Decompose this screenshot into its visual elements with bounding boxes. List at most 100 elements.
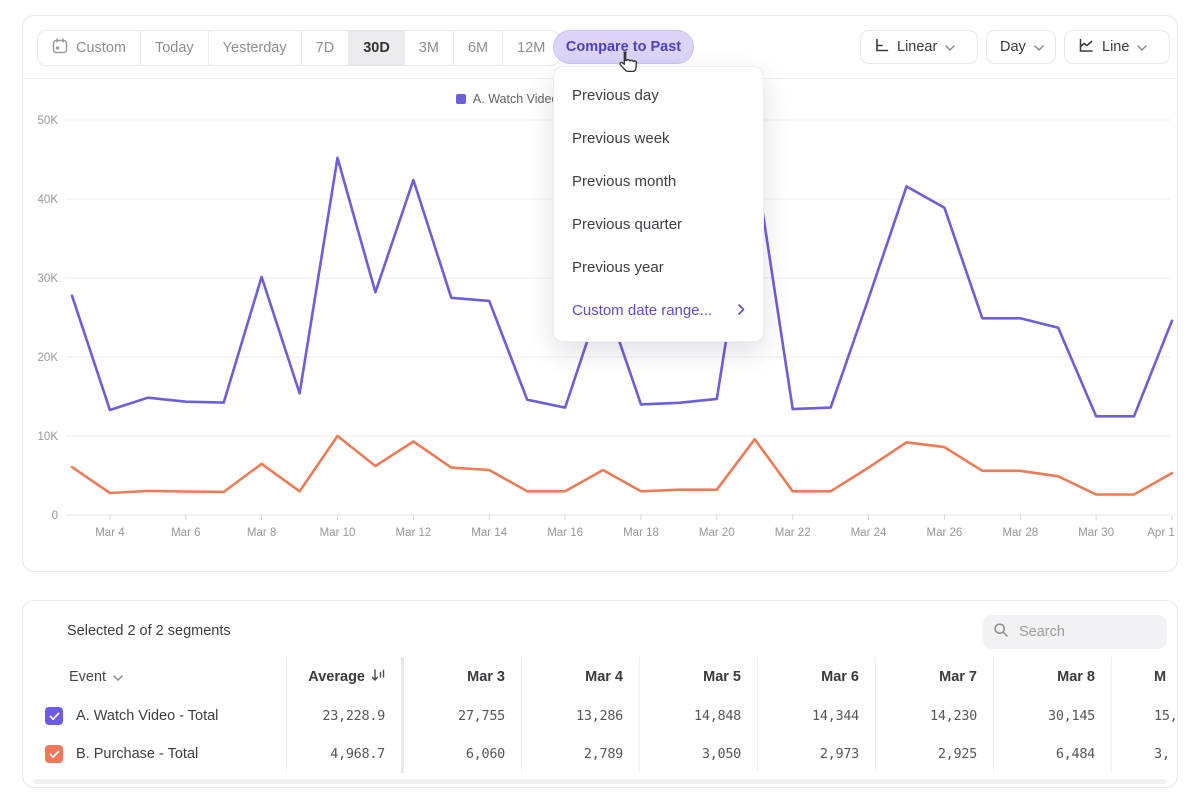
cell-value: 15, [1154, 708, 1177, 724]
column-header-label: Mar 8 [1057, 669, 1095, 685]
cell-value: 2,973 [820, 746, 859, 762]
date-range-label: 7D [316, 40, 335, 56]
chevron-right-icon [738, 302, 745, 319]
value-cell: 6,484 [993, 735, 1111, 773]
date-range-today[interactable]: Today [141, 31, 209, 65]
date-range-12m[interactable]: 12M [503, 31, 559, 65]
menu-item-previous-week[interactable]: Previous week [554, 117, 763, 160]
column-header-label: M [1154, 669, 1166, 685]
date-range-label: Today [155, 40, 194, 56]
cell-value: 3, [1154, 746, 1170, 762]
date-range-custom[interactable]: Custom [38, 31, 141, 65]
search-box[interactable] [983, 615, 1167, 649]
column-header-label: Average [308, 669, 365, 685]
table-row: B. Purchase - Total 4,968.7 6,060 2,789 3,05… [23, 735, 1177, 773]
horizontal-scrollbar[interactable] [33, 779, 1167, 784]
compare-to-past-menu: Previous dayPrevious weekPrevious monthP… [553, 66, 764, 342]
cell-value: 4,968.7 [330, 746, 385, 762]
menu-item-previous-year[interactable]: Previous year [554, 246, 763, 289]
date-range-6m[interactable]: 6M [454, 31, 503, 65]
date-range-label: Custom [76, 40, 126, 56]
event-header-label: Event [69, 669, 106, 685]
date-range-30d[interactable]: 30D [349, 31, 405, 65]
date-range-label: Yesterday [223, 40, 287, 56]
value-cell: 3, [1111, 735, 1178, 773]
event-cell: B. Purchase - Total [23, 745, 286, 763]
table-row: A. Watch Video - Total 23,228.9 27,755 13,2… [23, 697, 1177, 735]
calendar-icon [52, 38, 68, 58]
table-header-row: Event Average Mar 3 Mar 4 Mar 5 Mar 6 Mar 7 Mar… [23, 657, 1177, 697]
segment-label: B. Purchase - Total [76, 746, 198, 762]
sort-descending-icon [371, 669, 385, 686]
cell-value: 14,848 [694, 708, 741, 724]
column-header-label: Mar 4 [585, 669, 623, 685]
menu-item-previous-month[interactable]: Previous month [554, 160, 763, 203]
granularity-dropdown-button[interactable]: Day [986, 30, 1056, 64]
column-header-mar-8[interactable]: Mar 8 [993, 657, 1111, 697]
cell-value: 6,484 [1056, 746, 1095, 762]
date-range-label: 30D [363, 40, 390, 56]
value-cell: 27,755 [401, 697, 521, 735]
cell-value: 2,789 [584, 746, 623, 762]
date-range-3m[interactable]: 3M [405, 31, 454, 65]
menu-item-previous-quarter[interactable]: Previous quarter [554, 203, 763, 246]
date-range-label: 3M [419, 40, 439, 56]
segment-checkbox[interactable] [45, 707, 63, 725]
scale-dropdown-button[interactable]: Linear [860, 30, 978, 64]
menu-item-previous-day[interactable]: Previous day [554, 74, 763, 117]
column-header-mar-6[interactable]: Mar 6 [757, 657, 875, 697]
chevron-down-icon [113, 669, 123, 685]
column-header-average[interactable]: Average [286, 657, 401, 697]
segment-label: A. Watch Video - Total [76, 708, 218, 724]
column-header-label: Mar 6 [821, 669, 859, 685]
menu-item-custom-date-range[interactable]: Custom date range... [554, 289, 763, 332]
chart-type-label: Line [1102, 39, 1129, 55]
column-header-event[interactable]: Event [23, 669, 286, 685]
value-cell: 15, [1111, 697, 1178, 735]
granularity-label: Day [1000, 39, 1026, 55]
line-chart-icon [1078, 38, 1094, 57]
cell-value: 2,925 [938, 746, 977, 762]
cell-value: 23,228.9 [322, 708, 385, 724]
segments-selected-label: Selected 2 of 2 segments [67, 623, 231, 639]
chevron-down-icon [1034, 39, 1044, 55]
date-range-7d[interactable]: 7D [302, 31, 350, 65]
legend-swatch [456, 94, 466, 104]
value-cell: 14,344 [757, 697, 875, 735]
search-icon [993, 622, 1009, 643]
value-cell: 6,060 [401, 735, 521, 773]
column-header-label: Mar 3 [467, 669, 505, 685]
cell-value: 13,286 [576, 708, 623, 724]
segment-checkbox[interactable] [45, 745, 63, 763]
column-header-mar-5[interactable]: Mar 5 [639, 657, 757, 697]
value-cell: 13,286 [521, 697, 639, 735]
value-cell: 3,050 [639, 735, 757, 773]
value-cell: 2,925 [875, 735, 993, 773]
value-cell: 4,968.7 [286, 735, 401, 773]
select-all-checkbox[interactable] [41, 621, 59, 639]
cell-value: 14,230 [930, 708, 977, 724]
column-header-mar-3[interactable]: Mar 3 [401, 657, 521, 697]
chart-type-dropdown-button[interactable]: Line [1064, 30, 1170, 64]
segments-table-card: Selected 2 of 2 segments Event Average Mar… [22, 600, 1178, 788]
cell-value: 27,755 [458, 708, 505, 724]
column-header-label: Mar 7 [939, 669, 977, 685]
segments-table: Event Average Mar 3 Mar 4 Mar 5 Mar 6 Mar 7 Mar… [23, 657, 1177, 773]
value-cell: 2,789 [521, 735, 639, 773]
compare-to-past-button[interactable]: Compare to Past [553, 30, 694, 64]
cell-value: 14,344 [812, 708, 859, 724]
value-cell: 23,228.9 [286, 697, 401, 735]
scale-label: Linear [897, 39, 937, 55]
date-range-yesterday[interactable]: Yesterday [209, 31, 302, 65]
column-header-mar-4[interactable]: Mar 4 [521, 657, 639, 697]
segments-bar: Selected 2 of 2 segments [23, 613, 1177, 653]
axis-scale-icon [874, 38, 889, 57]
date-range-label: 6M [468, 40, 488, 56]
column-header-m[interactable]: M [1111, 657, 1178, 697]
search-input[interactable] [1017, 623, 1151, 641]
cell-value: 3,050 [702, 746, 741, 762]
column-header-mar-7[interactable]: Mar 7 [875, 657, 993, 697]
date-range-label: 12M [517, 40, 545, 56]
chevron-down-icon [1137, 39, 1147, 55]
value-cell: 14,230 [875, 697, 993, 735]
